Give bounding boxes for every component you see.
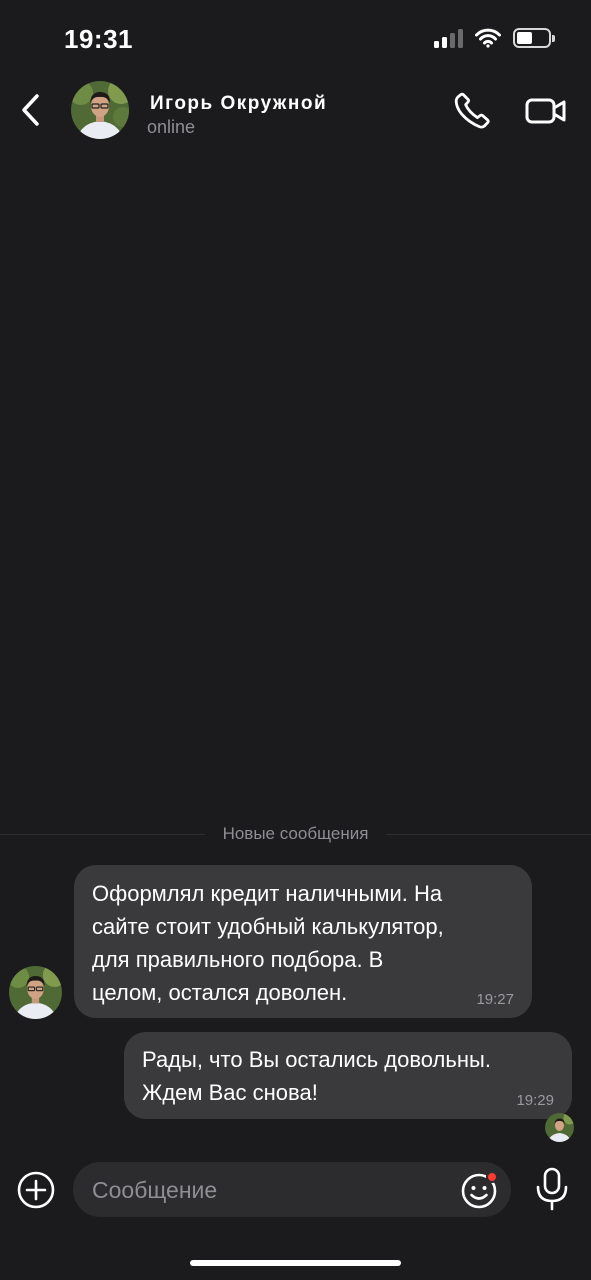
sender-avatar[interactable]	[9, 966, 62, 1019]
battery-icon	[513, 28, 555, 48]
back-button[interactable]	[12, 88, 48, 132]
new-messages-divider: Новые сообщения	[0, 822, 591, 846]
message-line: сайте стоит удобный калькулятор,	[92, 914, 444, 939]
avatar-image	[71, 81, 129, 139]
message-time: 19:27	[476, 991, 514, 1008]
status-time: 19:31	[64, 24, 133, 54]
plus-circle-icon	[17, 1171, 55, 1209]
message-line: целом, остался доволен.	[92, 980, 348, 1005]
video-call-button[interactable]	[524, 94, 568, 128]
message-line: Оформлял кредит наличными. На	[92, 881, 443, 906]
emoji-button[interactable]	[459, 1169, 501, 1211]
message-line: для правильного подбора. В	[92, 947, 384, 972]
cellular-signal-icon	[434, 28, 463, 48]
avatar-image	[545, 1113, 574, 1142]
message-line: Ждем Вас снова!	[142, 1080, 318, 1105]
wifi-icon	[475, 28, 501, 48]
video-camera-icon	[525, 98, 566, 124]
smiley-icon	[461, 1171, 498, 1209]
incoming-message-bubble[interactable]: Оформлял кредит наличными. На сайте стои…	[74, 865, 532, 1018]
call-button[interactable]	[452, 90, 494, 132]
message-time: 19:29	[516, 1092, 554, 1109]
contact-status: online	[147, 117, 196, 137]
contact-name[interactable]: Игорь Окружной	[150, 93, 327, 115]
contact-avatar[interactable]	[71, 81, 129, 139]
message-input-placeholder: Сообщение	[92, 1177, 218, 1203]
message-text: Рады, что Вы остались довольны. Ждем Вас…	[142, 1043, 562, 1109]
phone-icon	[454, 92, 490, 129]
chevron-left-icon	[22, 94, 39, 126]
voice-message-button[interactable]	[530, 1165, 574, 1213]
message-line: Рады, что Вы остались довольны.	[142, 1047, 491, 1072]
battery-fill	[517, 32, 532, 44]
outgoing-message-bubble[interactable]: Рады, что Вы остались довольны. Ждем Вас…	[124, 1032, 572, 1119]
home-indicator[interactable]	[190, 1260, 401, 1266]
read-receipt-avatar	[545, 1113, 574, 1142]
avatar-image	[9, 966, 62, 1019]
chat-screen: 19:31 Игорь Окружной online Новые сообще…	[0, 0, 591, 1280]
message-input[interactable]: Сообщение	[73, 1162, 511, 1217]
microphone-icon	[536, 1167, 568, 1211]
status-icons	[434, 28, 555, 48]
message-text: Оформлял кредит наличными. На сайте стои…	[92, 877, 522, 1009]
new-messages-label: Новые сообщения	[222, 824, 369, 843]
add-attachment-button[interactable]	[17, 1171, 55, 1209]
